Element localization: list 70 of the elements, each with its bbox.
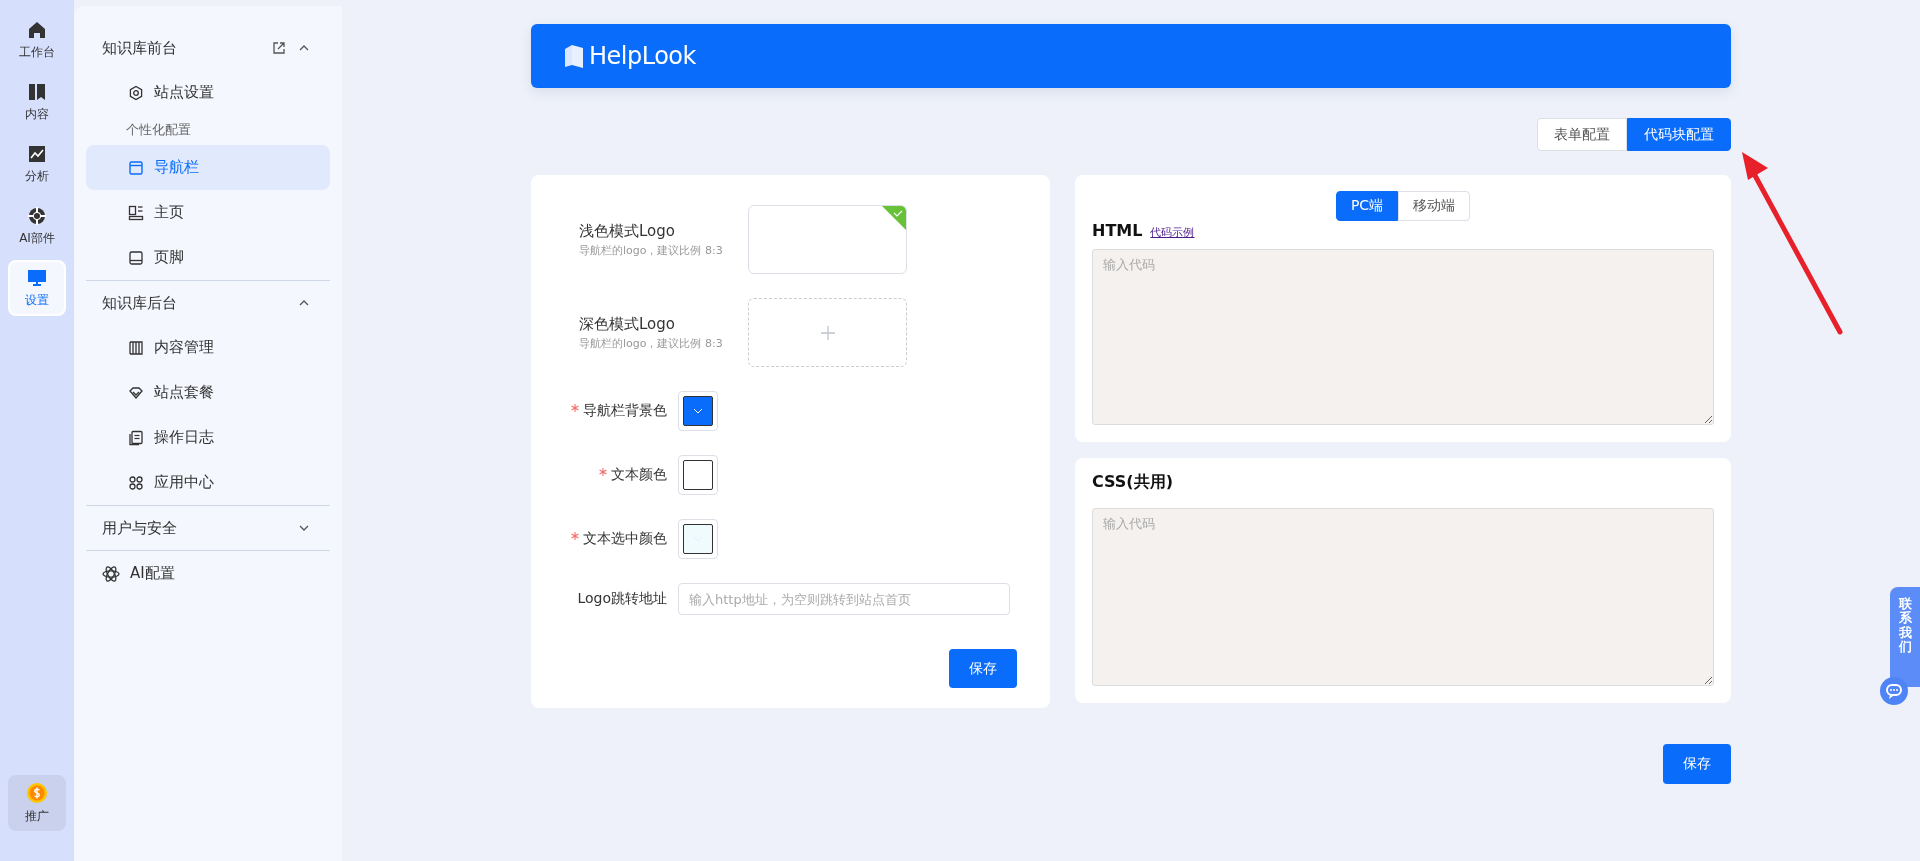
sidebar-item[interactable]: 应用中心 [86,460,330,505]
required-icon [571,404,579,412]
rail-item[interactable]: 工作台 [8,12,66,68]
sidebar-item[interactable]: 站点套餐 [86,370,330,415]
rail-item[interactable]: 内容 [8,74,66,130]
sidebar-item[interactable]: 主页 [86,190,330,235]
field-label: 导航栏背景色 [583,402,667,420]
group-title: 知识库前台 [102,38,177,58]
diamond-icon [128,384,144,401]
field-label: 文本选中颜色 [583,530,667,548]
field-label: Logo跳转地址 [577,590,667,608]
chart-icon [27,143,47,164]
field-hint: 导航栏的logo，建议比例 8:3 [579,242,724,258]
group-title: 用户与安全 [102,518,177,538]
field-label: 深色模式Logo [579,314,676,334]
sidebar-item[interactable]: 站点设置 [86,70,330,115]
device-tab[interactable]: 移动端 [1398,191,1471,221]
mode-tab[interactable]: 表单配置 [1537,118,1627,151]
save-button[interactable]: 保存 [949,649,1017,688]
gear-icon [128,84,144,101]
atom-icon [102,564,120,583]
sidebar-item[interactable]: 内容管理 [86,325,330,370]
field-label: 文本颜色 [611,466,667,484]
required-icon [599,468,607,476]
chevron-down-icon [693,408,703,414]
group-header[interactable]: 知识库前台 [86,26,330,70]
section-title: CSS(共用) [1092,472,1173,493]
home-icon [27,19,47,40]
code-example-link[interactable]: 代码示例 [1150,225,1195,240]
check-corner-icon [882,206,906,230]
section-title: HTML [1092,221,1143,240]
code-input[interactable]: 输入代码 [1092,249,1714,425]
color-picker[interactable] [678,391,718,431]
sidebar-item[interactable]: AI配置 [86,551,330,596]
rail-item[interactable]: 设置 [8,260,66,316]
apps-icon [128,474,144,491]
document-icon [128,429,144,446]
group-title: 知识库后台 [102,293,177,313]
color-picker[interactable] [678,519,718,559]
window-icon [128,159,144,176]
device-tab[interactable]: PC端 [1335,191,1399,221]
promo-button[interactable]: 推广 [8,775,66,831]
rail-item[interactable]: 分析 [8,136,66,192]
code-input[interactable]: 输入代码 [1092,508,1714,686]
plus-icon [820,325,835,340]
rail-item[interactable]: AI部件 [8,198,66,254]
monitor-icon [27,267,47,288]
target-icon [27,205,47,226]
mode-tab[interactable]: 代码块配置 [1627,118,1731,151]
logo-text: HelpLook [589,42,696,70]
group-header[interactable]: 知识库后台 [86,281,330,325]
sidebar-item[interactable]: 操作日志 [86,415,330,460]
footer-icon [128,249,144,266]
sidebar-item[interactable]: 导航栏 [86,145,330,190]
sidebar-item[interactable]: 页脚 [86,235,330,280]
book-icon [27,81,47,102]
chat-icon[interactable] [1880,677,1908,705]
field-label: 浅色模式Logo [579,221,676,241]
required-icon [571,532,579,540]
url-input[interactable]: 输入http地址，为空则跳转到站点首页 [678,583,1010,615]
external-link-icon [272,41,286,55]
save-button[interactable]: 保存 [1663,744,1731,784]
coin-icon [26,781,48,804]
field-hint: 导航栏的logo，建议比例 8:3 [579,335,724,351]
books-icon [128,339,144,356]
group-header[interactable]: 用户与安全 [86,506,330,550]
layout-icon [128,204,144,221]
section-label: 个性化配置 [125,121,192,139]
color-picker[interactable] [678,455,718,495]
logo-icon [563,43,585,69]
